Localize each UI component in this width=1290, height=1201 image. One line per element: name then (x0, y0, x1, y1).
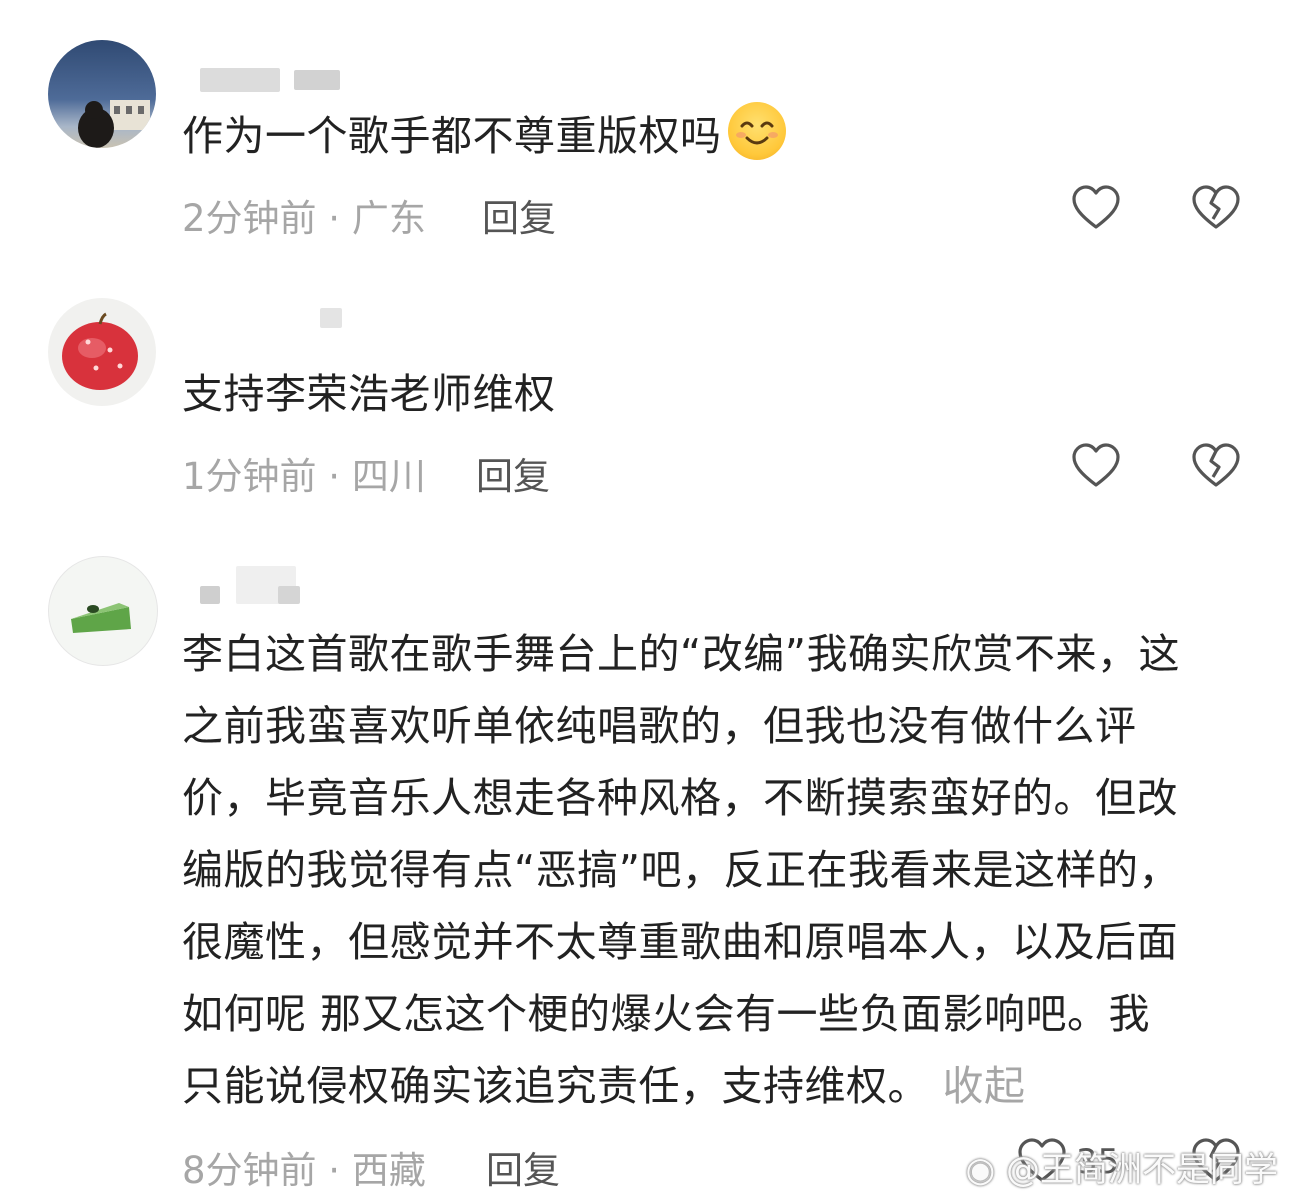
heart-outline-icon[interactable] (1070, 441, 1122, 493)
username-blurred (182, 566, 342, 606)
comment-location: 西藏 (351, 1149, 426, 1192)
comment-text: 支持李荣浩老师维权 (182, 370, 556, 418)
comment-meta: 1分钟前 · 四川 (182, 446, 426, 500)
weibo-logo-icon: ◉ (965, 1150, 996, 1190)
comment-line: 之前我蛮喜欢听单依纯唱歌的，但我也没有做什么评 (182, 702, 1137, 750)
comment-line: 很魔性，但感觉并不太尊重歌曲和原唱本人，以及后面 (182, 918, 1178, 966)
watermark-text: @王简洲不是同学 (1006, 1150, 1278, 1190)
comment-meta: 8分钟前 · 西藏 (182, 1140, 426, 1194)
comment-location: 广东 (351, 197, 426, 240)
heart-outline-icon[interactable] (1070, 183, 1122, 235)
avatar[interactable] (48, 556, 158, 666)
smiling-face-emoji (727, 102, 786, 160)
comment-time: 1分钟前 (182, 455, 317, 498)
comment-time: 8分钟前 (182, 1149, 317, 1192)
username-blurred (182, 302, 342, 342)
broken-heart-icon[interactable] (1190, 441, 1242, 493)
collapse-button[interactable]: 收起 (943, 1062, 1026, 1110)
avatar[interactable] (48, 40, 156, 148)
comment-line: 如何呢 那又怎这个梗的爆火会有一些负面影响吧。我 (182, 990, 1151, 1038)
meta-separator: · (316, 1149, 352, 1192)
comment-line: 价，毕竟音乐人想走各种风格，不断摸索蛮好的。但改 (182, 774, 1178, 822)
watermark: ◉ @王简洲不是同学 (966, 1142, 1278, 1191)
comment-meta: 2分钟前 · 广东 (182, 188, 426, 242)
comment-line: 李白这首歌在歌手舞台上的“改编”我确实欣赏不来，这 (182, 630, 1180, 678)
reply-button[interactable]: 回复 (482, 188, 556, 242)
broken-heart-icon[interactable] (1190, 183, 1242, 235)
reply-button[interactable]: 回复 (486, 1140, 560, 1194)
avatar[interactable] (48, 298, 156, 406)
meta-separator: · (316, 197, 352, 240)
meta-separator: · (316, 455, 352, 498)
comment-time: 2分钟前 (182, 197, 317, 240)
reply-button[interactable]: 回复 (476, 446, 550, 500)
username-blurred (182, 62, 342, 102)
comment-location: 四川 (351, 455, 426, 498)
comment-line: 只能说侵权确实该追究责任，支持维权。 收起 (182, 1062, 1026, 1110)
comment-line: 编版的我觉得有点“恶搞”吧，反正在我看来是这样的， (182, 846, 1180, 894)
comment-text: 李白这首歌在歌手舞台上的“改编”我确实欣赏不来，这 之前我蛮喜欢听单依纯唱歌的，… (182, 618, 1242, 1122)
comment-text: 作为一个歌手都不尊重版权吗 (182, 100, 1242, 172)
